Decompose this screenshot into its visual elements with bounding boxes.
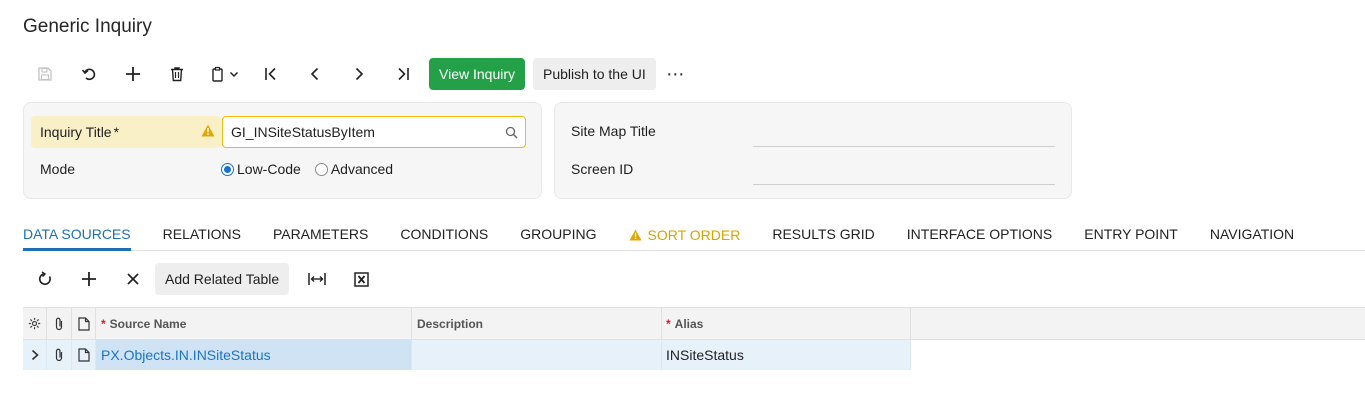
trash-icon (171, 67, 183, 82)
chevron-right-icon (355, 67, 364, 81)
last-icon (398, 67, 409, 81)
save-button[interactable] (23, 58, 67, 90)
page-title: Generic Inquiry (23, 16, 152, 37)
grid-toolbar: Add Related Table (23, 263, 383, 295)
chevron-left-icon (310, 67, 319, 81)
gear-icon (28, 317, 41, 330)
row-attachments-button[interactable] (47, 340, 72, 370)
undo-button[interactable] (67, 58, 111, 90)
refresh-icon (38, 271, 51, 285)
source-name-header-label: Source Name (109, 316, 187, 331)
first-icon (265, 67, 276, 81)
tab-sort-order[interactable]: SORT ORDER (629, 220, 741, 250)
expand-row-button[interactable] (23, 340, 47, 370)
notes-column-header (72, 308, 96, 339)
tab-data-sources[interactable]: DATA SOURCES (23, 220, 131, 251)
view-inquiry-button[interactable]: View Inquiry (429, 58, 526, 90)
mode-low-code-radio[interactable]: Low-Code (221, 161, 301, 177)
mode-advanced-radio[interactable]: Advanced (314, 161, 394, 177)
copy-paste-button[interactable] (199, 58, 249, 90)
add-row-button[interactable] (67, 263, 111, 295)
tab-sort-order-label: SORT ORDER (647, 227, 741, 243)
site-map-title-label: Site Map Title (571, 123, 656, 139)
publish-to-ui-button[interactable]: Publish to the UI (533, 58, 656, 90)
fit-columns-button[interactable] (295, 263, 339, 295)
more-actions-button[interactable]: ⋯ (656, 58, 696, 90)
column-settings-button[interactable] (23, 308, 47, 339)
mode-advanced-label: Advanced (330, 161, 394, 177)
attachments-column-header (47, 308, 72, 339)
description-cell[interactable] (412, 340, 662, 370)
add-related-table-button[interactable]: Add Related Table (155, 263, 290, 295)
warning-icon (201, 124, 215, 137)
source-name-column-header[interactable]: * Source Name (96, 308, 412, 339)
paperclip-icon (55, 348, 63, 362)
tab-navigation[interactable]: NAVIGATION (1210, 220, 1294, 250)
chevron-down-icon (229, 71, 238, 78)
warning-icon (629, 229, 641, 241)
inquiry-title-label-text: Inquiry Title (40, 124, 112, 140)
clipboard-icon (211, 66, 223, 82)
screen-id-underline (753, 184, 1055, 185)
tab-grouping[interactable]: GROUPING (520, 220, 596, 250)
fit-width-icon (308, 273, 326, 285)
mode-radio-group: Low-Code Advanced (221, 161, 407, 177)
plus-icon (126, 67, 140, 81)
save-icon (38, 67, 52, 81)
site-map-title-underline (753, 146, 1055, 147)
close-icon (127, 273, 139, 285)
delete-row-button[interactable] (111, 263, 155, 295)
summary-panel: Inquiry Title * GI_INSiteStatusByItem Mo… (23, 102, 542, 199)
inquiry-title-label: Inquiry Title * (31, 116, 221, 148)
paperclip-icon (55, 317, 63, 330)
main-toolbar: View Inquiry Publish to the UI ⋯ (23, 58, 696, 90)
add-button[interactable] (111, 58, 155, 90)
grid-header: * Source Name Description * Alias (23, 307, 1365, 340)
site-map-panel: Site Map Title Screen ID (554, 102, 1072, 199)
radio-selected-icon (221, 162, 234, 176)
previous-record-button[interactable] (293, 58, 337, 90)
required-star: * (666, 316, 671, 331)
source-name-cell[interactable]: PX.Objects.IN.INSiteStatus (96, 340, 412, 370)
alias-header-label: Alias (674, 316, 704, 331)
plus-icon (82, 272, 96, 286)
tab-relations[interactable]: RELATIONS (163, 220, 241, 250)
table-row[interactable]: PX.Objects.IN.INSiteStatus INSiteStatus (23, 340, 912, 370)
tab-bar: DATA SOURCES RELATIONS PARAMETERS CONDIT… (23, 220, 1365, 251)
alias-cell[interactable]: INSiteStatus (662, 340, 911, 370)
delete-button[interactable] (155, 58, 199, 90)
first-record-button[interactable] (249, 58, 293, 90)
source-name-link[interactable]: PX.Objects.IN.INSiteStatus (101, 347, 271, 363)
search-icon[interactable] (497, 126, 525, 139)
description-column-header[interactable]: Description (412, 308, 662, 339)
required-star: * (113, 124, 120, 140)
export-excel-button[interactable] (339, 263, 383, 295)
inquiry-title-input[interactable]: GI_INSiteStatusByItem (222, 116, 526, 148)
document-icon (77, 348, 90, 362)
data-sources-grid: * Source Name Description * Alias PX.Obj… (23, 307, 1365, 370)
inquiry-title-value: GI_INSiteStatusByItem (231, 124, 375, 140)
document-icon (77, 316, 90, 331)
chevron-right-icon (31, 349, 39, 361)
refresh-button[interactable] (23, 263, 67, 295)
tab-conditions[interactable]: CONDITIONS (400, 220, 488, 250)
next-record-button[interactable] (337, 58, 381, 90)
tab-parameters[interactable]: PARAMETERS (273, 220, 368, 250)
tab-entry-point[interactable]: ENTRY POINT (1084, 220, 1178, 250)
undo-icon (81, 68, 96, 81)
tab-results-grid[interactable]: RESULTS GRID (772, 220, 874, 250)
last-record-button[interactable] (381, 58, 425, 90)
screen-id-label: Screen ID (571, 161, 634, 177)
tab-interface-options[interactable]: INTERFACE OPTIONS (907, 220, 1052, 250)
mode-low-code-label: Low-Code (237, 161, 301, 177)
header-filler (911, 308, 1365, 339)
alias-column-header[interactable]: * Alias (662, 308, 911, 339)
mode-label: Mode (40, 161, 76, 177)
required-star: * (101, 316, 106, 331)
excel-icon (353, 271, 369, 287)
row-notes-button[interactable] (72, 340, 96, 370)
radio-unselected-icon (314, 162, 328, 176)
